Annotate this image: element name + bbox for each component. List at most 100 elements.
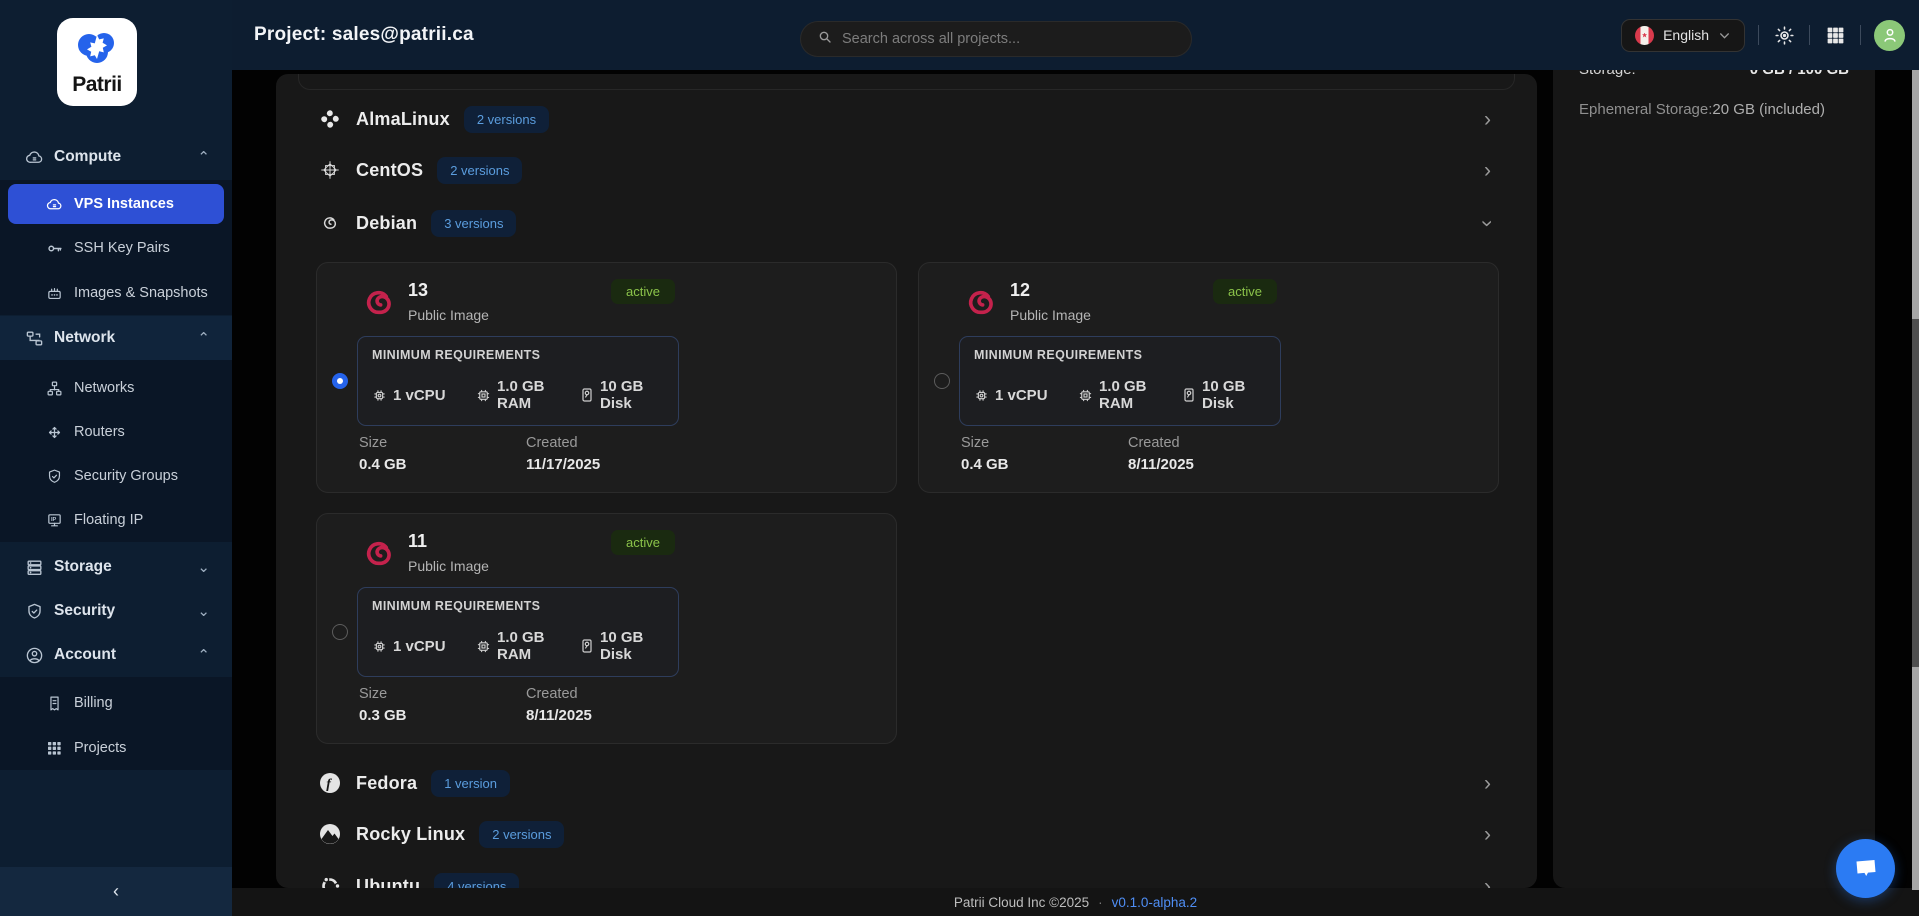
rocky-linux-icon [317, 821, 343, 847]
image-type: Public Image [408, 307, 489, 323]
ephemeral-storage-row: Ephemeral Storage: 20 GB (included) [1579, 96, 1849, 122]
created-label: Created [1128, 435, 1180, 451]
cpu-icon [974, 388, 989, 403]
sidebar-item-projects[interactable]: Projects [0, 726, 232, 770]
ram-chip-icon [476, 639, 491, 654]
sidebar-item-security-groups[interactable]: Security Groups [0, 454, 232, 498]
sidebar-section-security[interactable]: Security ⌄ [0, 589, 232, 633]
ram-value: 1.0 GBRAM [497, 629, 545, 663]
chevron-down-icon: ⌄ [197, 602, 210, 620]
image-card-debian-12[interactable]: 12 Public Image active MINIMUM REQUIREME… [918, 262, 1499, 493]
versions-badge: 3 versions [431, 210, 516, 237]
almalinux-icon [317, 106, 343, 132]
created-label: Created [526, 435, 578, 451]
divider [1758, 25, 1759, 45]
sidebar-collapse-button[interactable]: ‹ [0, 867, 232, 916]
cloud-icon [24, 147, 44, 167]
page-scrollbar[interactable] [1912, 70, 1919, 890]
sidebar-section-storage[interactable]: Storage ⌄ [0, 545, 232, 589]
fedora-icon: f [317, 770, 343, 796]
patrii-logo[interactable]: Patrii [57, 18, 137, 106]
image-radio-unselected[interactable] [934, 373, 950, 389]
image-card-debian-11[interactable]: 11 Public Image active MINIMUM REQUIREME… [316, 513, 897, 744]
disk-icon [580, 638, 594, 654]
status-badge: active [1213, 279, 1277, 304]
sidebar-section-account[interactable]: Account ⌃ [0, 633, 232, 677]
search-input[interactable] [842, 31, 1175, 47]
os-row-fedora[interactable]: f Fedora 1 version › [276, 758, 1537, 808]
divider [1809, 25, 1810, 45]
sidebar-section-label: Security [54, 602, 115, 620]
cpu-value: 1 vCPU [393, 387, 446, 404]
cpu-value: 1 vCPU [995, 387, 1048, 404]
status-badge: active [611, 279, 675, 304]
sidebar-item-images-snapshots[interactable]: Images & Snapshots [0, 271, 232, 315]
floating-ip-icon: IP [44, 510, 64, 530]
chat-widget-button[interactable] [1836, 839, 1895, 898]
chevron-right-icon: › [1484, 876, 1491, 889]
disk-icon [1182, 387, 1196, 403]
disk-value: 10 GBDisk [600, 378, 643, 412]
language-selector[interactable]: English [1621, 19, 1745, 52]
created-value: 8/11/2025 [1128, 456, 1194, 473]
sidebar-section-label: Network [54, 329, 115, 347]
os-row-centos[interactable]: CentOS 2 versions › [276, 145, 1537, 195]
footer-version-link[interactable]: v0.1.0-alpha.2 [1112, 895, 1198, 910]
chevron-up-icon: ⌃ [197, 646, 210, 664]
search-icon [817, 29, 833, 50]
sidebar-section-network[interactable]: Network ⌃ [0, 316, 232, 360]
min-requirements-box: MINIMUM REQUIREMENTS 1 vCPU 1.0 GBRAM 10… [357, 587, 679, 677]
sidebar-section-label: Storage [54, 558, 112, 576]
disk-requirement: 10 GBDisk [580, 373, 643, 417]
canada-flag-icon [1635, 26, 1654, 45]
image-radio-unselected[interactable] [332, 624, 348, 640]
cpu-requirement: 1 vCPU [372, 624, 446, 668]
centos-icon [317, 157, 343, 183]
sidebar-item-routers[interactable]: Routers [0, 410, 232, 454]
sidebar-item-label: Billing [74, 695, 113, 711]
sidebar-item-label: Projects [74, 740, 126, 756]
min-requirements-title: MINIMUM REQUIREMENTS [974, 348, 1142, 362]
chevron-up-icon: ⌃ [197, 329, 210, 347]
os-row-debian[interactable]: Debian 3 versions › [276, 198, 1537, 248]
billing-receipt-icon [44, 693, 64, 713]
os-name: Debian [356, 213, 417, 234]
cpu-requirement: 1 vCPU [974, 373, 1048, 417]
sidebar-item-vps-instances[interactable]: VPS Instances [0, 182, 232, 226]
image-card-debian-13[interactable]: 13 Public Image active MINIMUM REQUIREME… [316, 262, 897, 493]
chevron-down-icon: ⌄ [197, 558, 210, 576]
os-row-almalinux[interactable]: AlmaLinux 2 versions › [276, 94, 1537, 144]
usage-summary-panel: Storage: 0 GB / 100 GB Ephemeral Storage… [1553, 70, 1875, 888]
footer-separator: · [1098, 895, 1103, 910]
sidebar-item-networks[interactable]: Networks [0, 366, 232, 410]
sidebar: Patrii Compute ⌃ VPS Instances SSH Key P… [0, 0, 232, 916]
os-name: Rocky Linux [356, 824, 465, 845]
apps-grid-icon[interactable] [1823, 23, 1847, 47]
sidebar-item-ssh-key-pairs[interactable]: SSH Key Pairs [0, 226, 232, 270]
disk-requirement: 10 GBDisk [1182, 373, 1245, 417]
ubuntu-icon [317, 873, 343, 888]
sidebar-item-floating-ip[interactable]: IP Floating IP [0, 498, 232, 542]
image-radio-selected[interactable] [332, 373, 348, 389]
patrii-logo-icon [74, 28, 120, 71]
user-avatar[interactable] [1874, 20, 1905, 51]
storage-value: 0 GB / 100 GB [1750, 70, 1849, 78]
os-row-rocky-linux[interactable]: Rocky Linux 2 versions › [276, 809, 1537, 859]
sidebar-item-billing[interactable]: Billing [0, 681, 232, 725]
sidebar-section-compute[interactable]: Compute ⌃ [0, 135, 232, 179]
ram-value: 1.0 GBRAM [497, 378, 545, 412]
theme-toggle-sun-icon[interactable] [1772, 23, 1796, 47]
svg-text:IP: IP [50, 517, 56, 523]
chat-bubble-icon [1852, 856, 1880, 882]
cpu-value: 1 vCPU [393, 638, 446, 655]
disk-requirement: 10 GBDisk [580, 624, 643, 668]
chevron-right-icon: › [1484, 160, 1491, 181]
os-row-ubuntu[interactable]: Ubuntu 4 versions › [276, 861, 1537, 888]
chevron-up-icon: ⌃ [197, 148, 210, 166]
min-requirements-title: MINIMUM REQUIREMENTS [372, 599, 540, 613]
sidebar-section-label: Account [54, 646, 116, 664]
images-snapshots-icon [44, 283, 64, 303]
min-requirements-title: MINIMUM REQUIREMENTS [372, 348, 540, 362]
scrollbar-thumb[interactable] [1912, 319, 1919, 667]
top-header: Project: sales@patrii.ca English [232, 0, 1919, 70]
